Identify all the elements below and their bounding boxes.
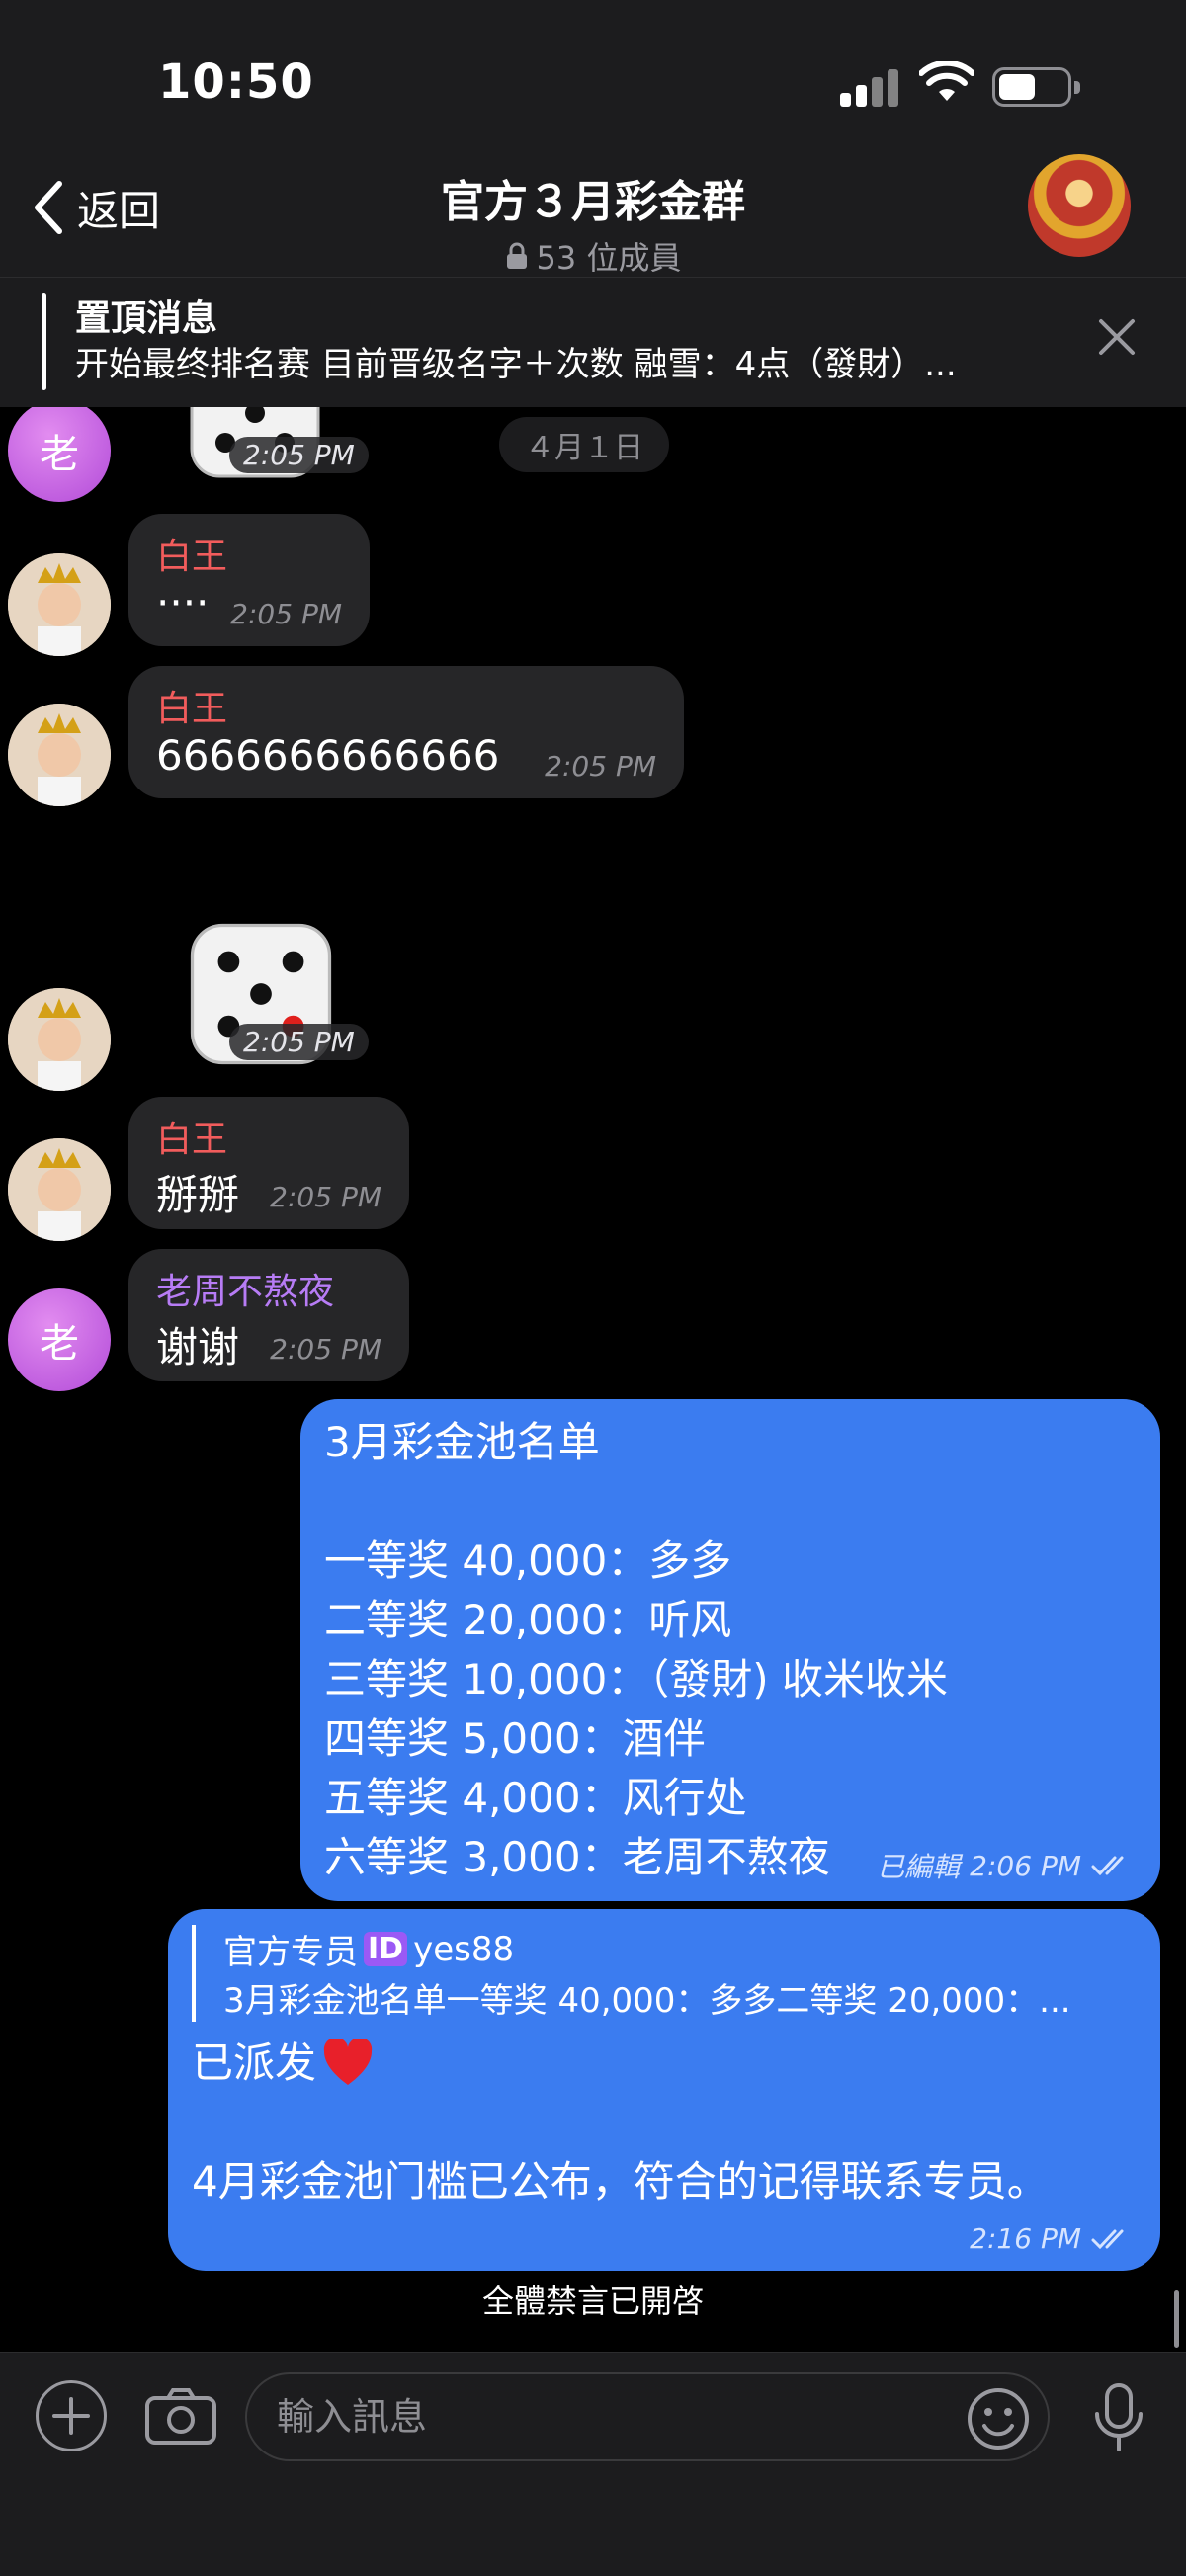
prize-line: 五等奖 4,000：风行处 — [324, 1774, 747, 1822]
prize-line: 一等奖 40,000：多多 — [324, 1537, 732, 1585]
message-time: 2:05 PM — [229, 437, 369, 473]
id-badge-icon: ID — [364, 1932, 408, 1966]
message-time: 2:05 PM — [230, 598, 342, 630]
prize-line: 四等奖 5,000：酒伴 — [324, 1714, 706, 1763]
message-meta: 2:16 PM — [970, 2222, 1133, 2255]
message-bubble[interactable]: 白王 6666666666666 2:05 PM — [128, 666, 684, 798]
avatar-image — [8, 988, 111, 1091]
signal-icon — [840, 67, 899, 107]
chat-title-area[interactable]: 官方３月彩金群 53 位成員 — [296, 166, 890, 279]
double-check-icon — [1091, 1856, 1124, 1876]
reply-name: 官方专员 — [223, 1933, 358, 1972]
wifi-icon — [919, 61, 974, 101]
double-check-icon — [1091, 2229, 1124, 2249]
avatar-image — [8, 1138, 111, 1241]
message-text: 4月彩金池门槛已公布，符合的记得联系专员。 — [192, 2157, 1049, 2205]
mute-notice: 全體禁言已開啓 — [481, 2283, 704, 2320]
avatar-letter: 老 — [40, 1321, 79, 1367]
reply-quote[interactable]: 官方专员 ID yes88 3月彩金池名单一等奖 40,000：多多二等奖 20… — [192, 1925, 1137, 2022]
date-separator: ４月１日 — [499, 417, 669, 472]
message-time: 2:06 PM — [970, 1849, 1081, 1882]
avatar[interactable]: 老 — [8, 407, 111, 502]
message-bubble[interactable]: 老周不熬夜 谢谢 2:05 PM — [128, 1249, 409, 1381]
prize-line: 二等奖 20,000：听风 — [324, 1596, 732, 1644]
plus-icon — [52, 2397, 90, 2435]
avatar[interactable] — [8, 988, 111, 1091]
message-time: 2:05 PM — [229, 1024, 369, 1060]
status-time: 10:50 — [158, 54, 314, 110]
message-field[interactable] — [245, 2372, 1050, 2461]
avatar[interactable] — [8, 1138, 111, 1241]
reply-name-suffix: yes88 — [413, 1929, 515, 1969]
prize-line: 三等奖 10,000：（發財) 收米收米 — [324, 1655, 949, 1703]
camera-icon[interactable] — [144, 2386, 217, 2446]
heart-icon — [323, 2039, 373, 2085]
scrollbar[interactable] — [1174, 2290, 1179, 2348]
pinned-indicator — [42, 293, 46, 390]
message-list[interactable]: 老 2:05 PM ４月１日 白王 ‧‧‧‧ 2:05 PM 白王 666666… — [0, 407, 1186, 2352]
status-bar: 10:50 — [0, 0, 1186, 148]
outgoing-message[interactable]: 3月彩金池名单 一等奖 40,000：多多 二等奖 20,000：听风 三等奖 … — [300, 1399, 1160, 1901]
edited-label: 已編輯 — [877, 1851, 961, 1883]
message-title: 3月彩金池名单 — [324, 1418, 600, 1466]
sender-name[interactable]: 白王 — [156, 680, 656, 731]
message-input[interactable] — [277, 2374, 949, 2459]
avatar-letter: 老 — [40, 432, 79, 477]
message-meta: 已編輯 2:06 PM — [877, 1846, 1133, 1885]
message-time: 2:05 PM — [270, 1181, 381, 1213]
message-time: 2:16 PM — [970, 2222, 1081, 2255]
pinned-text: 开始最终排名赛 目前晋级名字＋次数 融雪：4点（發財）... — [75, 345, 957, 384]
chat-title: 官方３月彩金群 — [441, 177, 745, 227]
message-bubble[interactable]: 白王 ‧‧‧‧ 2:05 PM — [128, 514, 370, 646]
sender-name[interactable]: 白王 — [156, 1111, 381, 1162]
avatar[interactable] — [8, 704, 111, 806]
avatar[interactable]: 老 — [8, 1288, 111, 1391]
pinned-title: 置頂消息 — [75, 298, 218, 339]
chat-header: 返回 官方３月彩金群 53 位成員 — [0, 148, 1186, 277]
avatar-image — [8, 704, 111, 806]
sender-name[interactable]: 白王 — [156, 528, 342, 579]
pinned-message[interactable]: 置頂消息 开始最终排名赛 目前晋级名字＋次数 融雪：4点（發財）... — [0, 277, 1186, 407]
emoji-icon[interactable] — [966, 2386, 1031, 2451]
member-count-text: 53 位成員 — [536, 239, 682, 277]
message-bubble[interactable]: 白王 掰掰 2:05 PM — [128, 1097, 409, 1229]
reply-sender: 官方专员 ID yes88 — [223, 1925, 1137, 1973]
member-count: 53 位成員 — [296, 233, 890, 279]
message-time: 2:05 PM — [545, 750, 656, 783]
group-avatar[interactable] — [1028, 154, 1131, 257]
battery-icon — [992, 67, 1080, 107]
outgoing-message[interactable]: 官方专员 ID yes88 3月彩金池名单一等奖 40,000：多多二等奖 20… — [168, 1909, 1160, 2271]
message-time: 2:05 PM — [270, 1333, 381, 1366]
avatar-image — [8, 553, 111, 656]
close-icon[interactable] — [1097, 317, 1137, 357]
microphone-icon[interactable] — [1091, 2382, 1146, 2453]
avatar[interactable] — [8, 553, 111, 656]
back-button[interactable]: 返回 — [30, 173, 160, 242]
back-label: 返回 — [77, 186, 161, 235]
attach-button[interactable] — [36, 2380, 107, 2451]
message-text: 已派发 — [192, 2038, 317, 2087]
reply-text: 3月彩金池名单一等奖 40,000：多多二等奖 20,000：... — [223, 1981, 1071, 2021]
input-bar — [0, 2352, 1186, 2576]
sender-name[interactable]: 老周不熬夜 — [156, 1263, 381, 1314]
lock-icon — [506, 242, 527, 269]
message-line: 已派发 — [192, 2034, 1137, 2093]
chevron-left-icon — [35, 181, 62, 234]
